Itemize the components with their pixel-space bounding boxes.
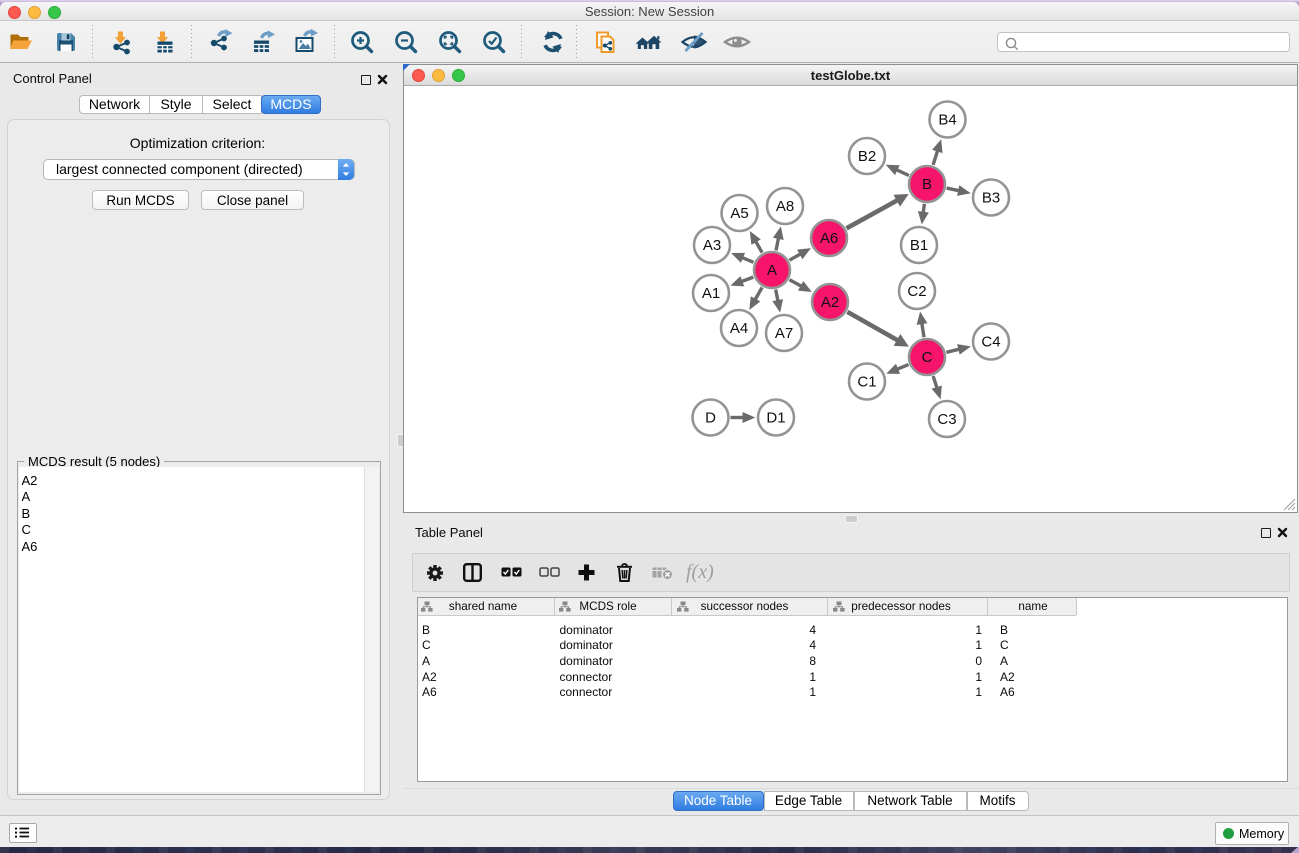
svg-text:B: B bbox=[922, 176, 932, 193]
svg-text:D1: D1 bbox=[766, 410, 785, 427]
svg-text:A6: A6 bbox=[820, 230, 838, 247]
svg-text:A: A bbox=[767, 262, 777, 279]
svg-text:C: C bbox=[922, 349, 933, 366]
svg-text:C3: C3 bbox=[937, 411, 956, 428]
svg-text:A1: A1 bbox=[702, 285, 720, 302]
svg-text:C1: C1 bbox=[857, 374, 876, 391]
svg-text:D: D bbox=[705, 410, 716, 427]
svg-text:B4: B4 bbox=[938, 112, 956, 129]
svg-text:B1: B1 bbox=[910, 237, 928, 254]
svg-text:A7: A7 bbox=[775, 325, 793, 342]
svg-text:C4: C4 bbox=[981, 334, 1000, 351]
svg-text:A2: A2 bbox=[821, 294, 839, 311]
svg-text:C2: C2 bbox=[907, 283, 926, 300]
svg-text:A4: A4 bbox=[730, 320, 748, 337]
svg-text:B2: B2 bbox=[858, 148, 876, 165]
svg-text:B3: B3 bbox=[982, 190, 1000, 207]
svg-text:A5: A5 bbox=[730, 205, 748, 222]
svg-text:A8: A8 bbox=[776, 198, 794, 215]
svg-text:A3: A3 bbox=[703, 237, 721, 254]
